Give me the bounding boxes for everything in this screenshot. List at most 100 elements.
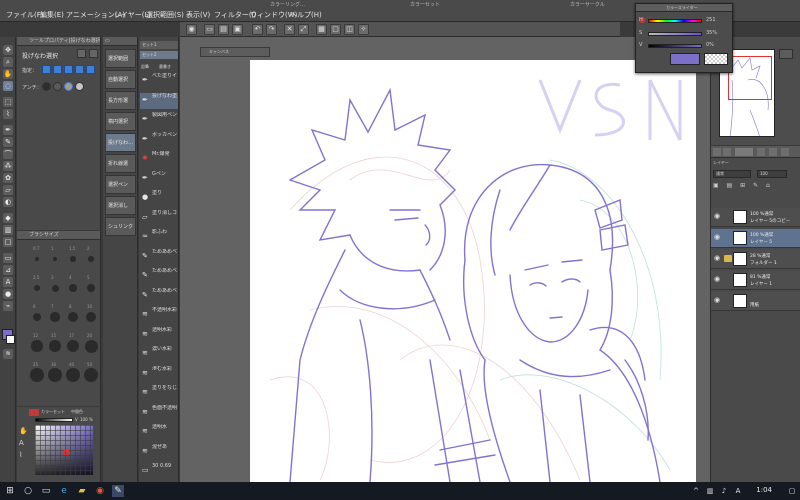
search-icon[interactable]: ○ [22,485,34,497]
brush-item[interactable]: ≋ 透明水 [140,424,178,440]
brush-size-preset[interactable] [86,283,96,293]
layer-property-icon[interactable] [713,148,721,156]
subtool-item[interactable]: 選択ペン [105,175,136,194]
opacity-input[interactable]: 100 [757,170,787,178]
brush-size-preset[interactable] [32,312,42,322]
layer-visibility-icon[interactable]: ◉ [714,233,722,241]
snap-icon[interactable]: ✧ [358,24,369,35]
tool-preview-icon[interactable] [77,49,86,58]
eraser-icon[interactable]: ▱ [3,185,13,195]
task-view-icon[interactable]: ▭ [40,485,52,497]
chrome-icon[interactable]: ◉ [94,485,106,497]
layer-lock-icon[interactable] [781,148,789,156]
brush-size-preset[interactable] [33,284,41,292]
transparent-color-swatch[interactable] [704,53,728,65]
new-selection-icon[interactable] [42,65,51,74]
deselect-icon[interactable]: ▢ [330,24,341,35]
notification-icon[interactable]: ▢ [786,485,798,497]
layer-row[interactable]: ◉ 100 %通常 レイヤー 5のコピー [711,208,800,227]
layer-visibility-icon[interactable]: ◉ [714,296,722,304]
ink-tab[interactable]: 墨書き [159,64,171,70]
subtool-item[interactable]: 自動選択 [105,70,136,89]
layer-visibility-icon[interactable]: ◉ [714,275,722,283]
input-method-icon[interactable]: A [732,485,744,497]
ruler-icon[interactable]: ⊿ [3,265,13,275]
brush-item[interactable]: ✒ 製図用ペン [140,112,178,128]
balloon-icon[interactable]: ● [3,289,13,299]
windows-start-icon[interactable]: ⊞ [4,485,16,497]
layer-row[interactable]: ◉ 81 %通常 レイヤー 1 [711,271,800,290]
menu-help[interactable]: ヘルプ(H) [290,10,322,20]
text-icon[interactable]: A [19,439,24,447]
brush-icon[interactable]: ⌒ [3,149,13,159]
figure-icon[interactable]: □ [3,237,13,247]
brush-item[interactable]: ✎ ためあめべ [140,288,178,304]
brush-item[interactable]: ✒ ボッカペン [140,132,178,148]
color-set-tab[interactable]: カラーセット [41,409,65,415]
eye-icon[interactable]: ◉ [186,24,197,35]
blend-icon[interactable]: ◐ [3,197,13,207]
frame-icon[interactable]: ▭ [3,253,13,263]
subtract-selection-icon[interactable] [64,65,73,74]
brush-item[interactable]: ≋ 不透明水彩 [140,307,178,323]
brush-item[interactable]: ≋ 濃い水彩 [140,346,178,362]
undo-icon[interactable]: ↶ [252,24,263,35]
intermediate-color-tab[interactable]: 中間色 [71,409,83,415]
brush-size-preset[interactable] [52,256,58,262]
pencil-icon[interactable]: ✎ [3,137,13,147]
eyedropper-icon[interactable]: ⌇ [19,451,22,459]
brush-item[interactable]: ● 塗り [140,190,178,206]
pen-icon[interactable]: ✒ [3,125,13,135]
decoration-icon[interactable]: ✿ [3,173,13,183]
intersect-selection-icon[interactable] [75,65,84,74]
brush-size-preset[interactable] [50,312,60,322]
brush-item[interactable]: ≋ 滲む水彩 [140,366,178,382]
brush-size-preset[interactable] [66,339,80,353]
brush-size-preset[interactable] [84,339,98,353]
brush-item[interactable]: ✒ 投げなわ塗り [140,92,178,109]
antialias-weak-icon[interactable] [53,82,62,91]
subtool-item[interactable]: 投げなわ… [105,133,136,152]
layer-mask-icon[interactable] [769,148,777,156]
transparent-color-icon[interactable]: ≋ [3,349,13,359]
brush-size-preset[interactable] [70,256,76,262]
brush-size-preset[interactable] [48,368,62,382]
canvas-tab[interactable]: キャンバス [200,47,270,57]
layer-action-icons[interactable]: ▣ ▤ ⊞ ✎ ⌂ [713,182,799,191]
tool-settings-icon[interactable] [89,49,98,58]
volume-icon[interactable]: ♪ [718,485,730,497]
value-slider[interactable] [35,418,73,422]
layer-visibility-icon[interactable]: ◉ [714,212,722,220]
current-color-swatch[interactable] [670,53,700,65]
subtool-item[interactable]: 折れ線選 [105,154,136,173]
brush-size-preset[interactable] [84,368,98,382]
brush-item[interactable]: ▭ 30 0.69 [140,463,178,479]
brush-size-preset[interactable] [51,284,59,292]
transform-icon[interactable]: ⤢ [298,24,309,35]
eyedropper-icon[interactable]: ⌇ [3,109,13,119]
menu-file[interactable]: ファイル(F) [6,10,44,20]
hue-slider[interactable] [648,19,702,23]
color-set-tab-icon[interactable] [29,409,39,416]
subtool-item[interactable]: 選択消し [105,196,136,215]
taskbar-clock[interactable]: 1:04 [756,486,772,494]
layer-tab[interactable]: レイヤー [713,160,743,167]
brush-size-preset[interactable] [69,284,77,292]
invert-icon[interactable]: ◫ [344,24,355,35]
set-tab-2[interactable]: セット2 [140,51,178,59]
file-explorer-icon[interactable]: ▰ [76,485,88,497]
new-file-icon[interactable]: ▭ [204,24,215,35]
brush-item[interactable]: ✸ Mr.爆発 [140,151,178,167]
layer-row[interactable]: ◉ 100 %通常 レイヤー 5 [711,229,800,248]
menu-edit[interactable]: 編集(E) [40,10,64,20]
pencil-tab[interactable]: 鉛筆 [141,64,149,70]
value-slider[interactable] [648,44,702,48]
brush-item[interactable]: ≋ 混ぜあ [140,444,178,460]
network-icon[interactable]: ▥ [704,485,716,497]
delete-icon[interactable]: ✕ [284,24,295,35]
menu-selection[interactable]: 選択範囲(S) [146,10,184,20]
layer-slider[interactable] [735,148,753,156]
brush-size-preset[interactable] [30,368,44,382]
correct-line-icon[interactable]: ⌁ [3,301,13,311]
layer-color-icon[interactable] [757,148,765,156]
